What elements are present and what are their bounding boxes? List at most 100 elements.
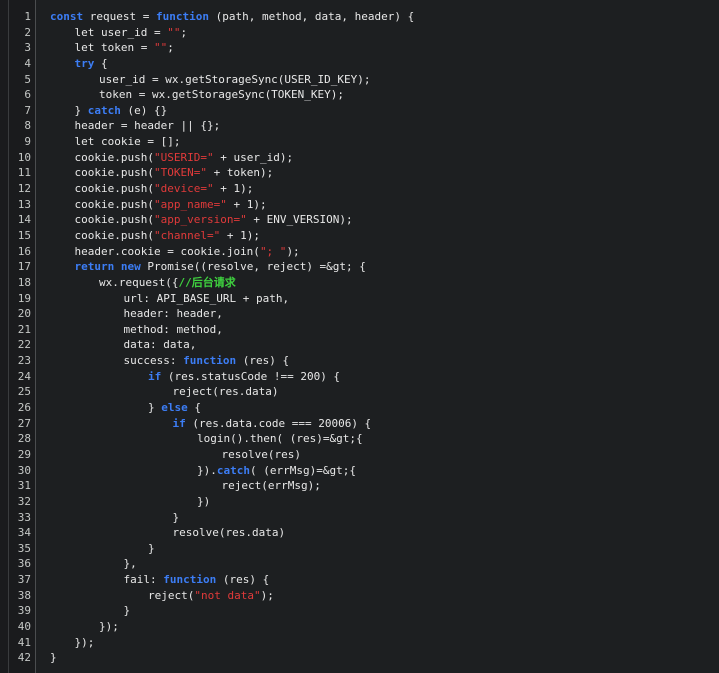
text-token: + 1); xyxy=(213,182,254,196)
code-text: token = wx.getStorageSync(TOKEN_KEY); xyxy=(99,87,344,103)
line-number: 17 xyxy=(17,260,31,274)
code-line[interactable]: 14 cookie.push("app_version=" + ENV_VERSI… xyxy=(0,212,719,228)
keyword-token: new xyxy=(120,260,141,274)
code-line[interactable]: 33} xyxy=(0,510,719,526)
text-token: { xyxy=(94,56,108,70)
text-token: }) xyxy=(197,494,211,508)
text-token: } xyxy=(172,510,180,524)
code-text: if (res.statusCode !== 200) { xyxy=(148,369,340,385)
line-number: 27 xyxy=(17,416,31,430)
code-line[interactable]: 42} xyxy=(0,650,719,666)
code-text: reject(errMsg); xyxy=(222,478,321,494)
text-token: (res) { xyxy=(216,573,270,587)
line-number: 41 xyxy=(17,635,31,649)
text-token: cookie.push( xyxy=(74,197,154,211)
code-line[interactable]: 25 reject(res.data) xyxy=(0,384,719,400)
code-editor[interactable]: 1 const request = function (path, method,… xyxy=(0,0,719,673)
code-line[interactable]: 16 header.cookie = cookie.join("; "); xyxy=(0,244,719,260)
line-number: 16 xyxy=(17,244,31,258)
code-line[interactable]: 30}).catch( (errMsg)=&gt;{ xyxy=(0,463,719,479)
code-line[interactable]: 6 token = wx.getStorageSync(TOKEN_KEY); xyxy=(0,87,719,103)
code-line[interactable]: 17 return new Promise((resolve, reject) =… xyxy=(0,259,719,275)
code-text: const request = function (path, method, … xyxy=(50,9,414,25)
code-line[interactable]: 20 header: header, xyxy=(0,306,719,322)
code-line[interactable]: 9 let cookie = []; xyxy=(0,134,719,150)
code-line[interactable]: 3 let token = ""; xyxy=(0,40,719,56)
line-number: 35 xyxy=(17,541,31,555)
text-token: ); xyxy=(286,244,300,258)
code-text: try { xyxy=(75,56,108,72)
text-token: fail: xyxy=(123,573,164,587)
code-line[interactable]: 35} xyxy=(0,541,719,557)
line-number: 14 xyxy=(17,213,31,227)
line-number: 13 xyxy=(17,197,31,211)
string-token: "TOKEN=" xyxy=(153,166,207,180)
code-line[interactable]: 32}) xyxy=(0,494,719,510)
code-line[interactable]: 13 cookie.push("app_name=" + 1); xyxy=(0,197,719,213)
text-token: cookie.push( xyxy=(74,182,154,196)
line-number: 25 xyxy=(17,385,31,399)
code-line[interactable]: 4 try { xyxy=(0,56,719,72)
code-text: let cookie = []; xyxy=(75,134,181,150)
code-line[interactable]: 36}, xyxy=(0,556,719,572)
text-token: user_id = wx.getStorageSync(USER_ID_KEY)… xyxy=(99,72,371,86)
code-line[interactable]: 28 login().then( (res)=&gt;{ xyxy=(0,431,719,447)
line-number: 30 xyxy=(17,463,31,477)
code-line[interactable]: 10 cookie.push("USERID=" + user_id); xyxy=(0,150,719,166)
code-text: resolve(res.data) xyxy=(173,525,286,541)
code-line[interactable]: 40}); xyxy=(0,619,719,635)
code-line[interactable]: 5 user_id = wx.getStorageSync(USER_ID_KEY… xyxy=(0,72,719,88)
line-number: 28 xyxy=(17,432,31,446)
text-token: (res.statusCode !== 200) { xyxy=(161,369,341,383)
code-line[interactable]: 18 wx.request({//后台请求 xyxy=(0,275,719,291)
text-token: ; xyxy=(180,25,188,39)
line-number: 26 xyxy=(17,401,31,415)
string-token: "device=" xyxy=(153,182,214,196)
text-token: }); xyxy=(99,619,119,633)
code-line[interactable]: 24 if (res.statusCode !== 200) { xyxy=(0,369,719,385)
code-line[interactable]: 21 method: method, xyxy=(0,322,719,338)
code-line[interactable]: 39} xyxy=(0,603,719,619)
code-line[interactable]: 34 resolve(res.data) xyxy=(0,525,719,541)
code-text: }); xyxy=(99,619,119,635)
text-token: header: header, xyxy=(123,307,223,321)
text-token: + user_id); xyxy=(213,150,294,164)
code-line[interactable]: 26} else { xyxy=(0,400,719,416)
text-token: wx.request({ xyxy=(99,275,179,289)
code-line[interactable]: 19 url: API_BASE_URL + path, xyxy=(0,291,719,307)
code-line[interactable]: 31 reject(errMsg); xyxy=(0,478,719,494)
line-number: 42 xyxy=(17,651,31,665)
code-text: login().then( (res)=&gt;{ xyxy=(197,431,363,447)
line-number: 19 xyxy=(17,291,31,305)
code-line[interactable]: 23 success: function (res) { xyxy=(0,353,719,369)
code-area[interactable]: 1 const request = function (path, method,… xyxy=(0,9,719,666)
code-line[interactable]: 41}); xyxy=(0,635,719,651)
code-line[interactable]: 8 header = header || {}; xyxy=(0,118,719,134)
code-line[interactable]: 11 cookie.push("TOKEN=" + token); xyxy=(0,165,719,181)
line-number: 39 xyxy=(17,604,31,618)
text-token: cookie.push( xyxy=(74,228,154,242)
code-text: wx.request({//后台请求 xyxy=(99,275,236,291)
code-line[interactable]: 2 let user_id = ""; xyxy=(0,25,719,41)
string-token: "app_name=" xyxy=(153,197,227,211)
text-token: token = wx.getStorageSync(TOKEN_KEY); xyxy=(99,88,345,102)
code-line[interactable]: 38 reject("not data"); xyxy=(0,588,719,604)
text-token: } xyxy=(148,401,162,415)
code-line[interactable]: 15 cookie.push("channel=" + 1); xyxy=(0,228,719,244)
line-number: 6 xyxy=(24,88,31,102)
text-token: cookie.push( xyxy=(74,166,154,180)
code-line[interactable]: 7} catch (e) {} xyxy=(0,103,719,119)
text-token: reject(res.data) xyxy=(172,385,279,399)
text-token: } xyxy=(148,541,155,555)
code-line[interactable]: 27 if (res.data.code === 20006) { xyxy=(0,416,719,432)
code-line[interactable]: 22 data: data, xyxy=(0,337,719,353)
code-line[interactable]: 37 fail: function (res) { xyxy=(0,572,719,588)
code-line[interactable]: 12 cookie.push("device=" + 1); xyxy=(0,181,719,197)
text-token: method: method, xyxy=(123,322,223,336)
code-line[interactable]: 1 const request = function (path, method,… xyxy=(0,9,719,25)
code-text: cookie.push("device=" + 1); xyxy=(75,181,254,197)
text-token: (res.data.code === 20006) { xyxy=(185,416,372,430)
text-token: }); xyxy=(74,635,95,649)
code-line[interactable]: 29 resolve(res) xyxy=(0,447,719,463)
line-number: 8 xyxy=(24,119,31,133)
